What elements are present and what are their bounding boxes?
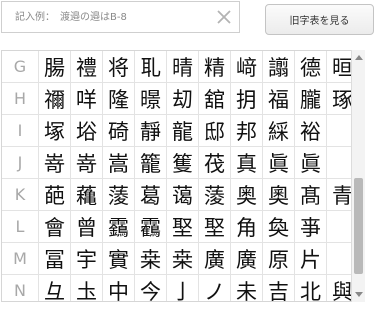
character-cell[interactable]: 北 bbox=[295, 275, 327, 301]
character-cell[interactable]: ノ bbox=[199, 275, 231, 301]
character-cell[interactable]: 實 bbox=[103, 243, 135, 274]
character-cell[interactable]: 﨏 bbox=[71, 115, 103, 146]
character-cell[interactable]: 未 bbox=[231, 275, 263, 301]
character-cell[interactable]: 蘒 bbox=[71, 179, 103, 210]
scroll-up-icon[interactable] bbox=[355, 55, 363, 60]
character-cell[interactable]: 蔆 bbox=[199, 179, 231, 210]
character-cell[interactable]: 晴 bbox=[167, 51, 199, 82]
character-cell[interactable]: 桒 bbox=[167, 243, 199, 274]
character-cell[interactable]: 禮 bbox=[71, 51, 103, 82]
grid-row: J嵜嵜嵩籠篗茷真眞眞 bbox=[2, 147, 364, 179]
character-cell[interactable]: 龍 bbox=[167, 115, 199, 146]
character-cell[interactable]: 綵 bbox=[263, 115, 295, 146]
grid-row: I塚﨏碕靜龍邸邦綵裕 bbox=[2, 115, 364, 147]
close-icon[interactable] bbox=[209, 2, 239, 32]
character-cell[interactable]: 會 bbox=[39, 211, 71, 242]
character-cell[interactable]: 德 bbox=[295, 51, 327, 82]
scrollbar-thumb[interactable] bbox=[354, 178, 363, 274]
search-box bbox=[1, 1, 240, 33]
character-cell[interactable]: 冨 bbox=[39, 243, 71, 274]
character-cell[interactable]: 角 bbox=[231, 211, 263, 242]
character-cell[interactable]: 暻 bbox=[135, 83, 167, 114]
character-cell[interactable]: 葛 bbox=[135, 179, 167, 210]
character-cell[interactable]: 圡 bbox=[71, 275, 103, 301]
old-characters-button[interactable]: 旧字表を見る bbox=[265, 4, 374, 35]
character-cell[interactable]: 碕 bbox=[103, 115, 135, 146]
character-cell[interactable]: 咩 bbox=[71, 83, 103, 114]
character-cell[interactable]: 埾 bbox=[199, 211, 231, 242]
character-cell[interactable]: 靎 bbox=[103, 211, 135, 242]
search-input[interactable] bbox=[2, 2, 209, 32]
character-cell[interactable]: 葩 bbox=[39, 179, 71, 210]
character-cell[interactable]: 廣 bbox=[199, 243, 231, 274]
row-letter: I bbox=[2, 115, 39, 146]
grid-row: G腸禮将耴晴精﨑譾德晅 bbox=[2, 51, 364, 83]
character-cell[interactable]: 桒 bbox=[135, 243, 167, 274]
character-cell[interactable]: 嵩 bbox=[103, 147, 135, 178]
character-cell[interactable]: 譾 bbox=[263, 51, 295, 82]
row-letter: M bbox=[2, 243, 39, 274]
character-cell[interactable]: 邸 bbox=[199, 115, 231, 146]
character-grid: G腸禮将耴晴精﨑譾德晅H禰咩隆暻刧舘抈福朧琢I塚﨏碕靜龍邸邦綵裕J嵜嵜嵩籠篗茷真… bbox=[1, 50, 365, 302]
character-cell[interactable]: 邦 bbox=[231, 115, 263, 146]
character-cell[interactable]: 眞 bbox=[263, 147, 295, 178]
character-cell[interactable]: 真 bbox=[231, 147, 263, 178]
character-cell[interactable]: 抈 bbox=[231, 83, 263, 114]
character-cell[interactable]: 嵜 bbox=[71, 147, 103, 178]
character-cell[interactable]: 原 bbox=[263, 243, 295, 274]
character-cell[interactable]: 靜 bbox=[135, 115, 167, 146]
character-cell[interactable]: 福 bbox=[263, 83, 295, 114]
character-cell[interactable]: 吉 bbox=[263, 275, 295, 301]
character-cell[interactable]: 篗 bbox=[167, 147, 199, 178]
character-cell[interactable]: 靏 bbox=[135, 211, 167, 242]
character-cell[interactable]: 朧 bbox=[295, 83, 327, 114]
scrollbar[interactable] bbox=[351, 50, 365, 302]
grid-row: H禰咩隆暻刧舘抈福朧琢 bbox=[2, 83, 364, 115]
character-cell[interactable]: 蔆 bbox=[103, 179, 135, 210]
character-cell[interactable]: 亊 bbox=[295, 211, 327, 242]
character-cell[interactable]: 埾 bbox=[167, 211, 199, 242]
character-cell[interactable]: 曾 bbox=[71, 211, 103, 242]
grid-row: K葩蘒蔆葛蔼蔆奥奧髙青 bbox=[2, 179, 364, 211]
character-cell[interactable]: 隆 bbox=[103, 83, 135, 114]
character-cell[interactable]: 精 bbox=[199, 51, 231, 82]
row-letter: G bbox=[2, 51, 39, 82]
grid-row: N彑圡中今亅ノ未吉北與 bbox=[2, 275, 364, 301]
character-cell[interactable]: 将 bbox=[103, 51, 135, 82]
character-cell[interactable]: 廣 bbox=[231, 243, 263, 274]
row-letter: N bbox=[2, 275, 39, 301]
row-letter: J bbox=[2, 147, 39, 178]
character-cell[interactable]: 髙 bbox=[295, 179, 327, 210]
character-cell[interactable]: 彑 bbox=[39, 275, 71, 301]
character-cell[interactable]: 塚 bbox=[39, 115, 71, 146]
character-cell[interactable]: 宇 bbox=[71, 243, 103, 274]
character-cell[interactable]: 茷 bbox=[199, 147, 231, 178]
character-cell[interactable]: 耴 bbox=[135, 51, 167, 82]
character-cell[interactable]: 舘 bbox=[199, 83, 231, 114]
character-cell[interactable]: 蔼 bbox=[167, 179, 199, 210]
character-cell[interactable]: 﨑 bbox=[231, 51, 263, 82]
character-cell[interactable]: 刧 bbox=[167, 83, 199, 114]
row-letter: K bbox=[2, 179, 39, 210]
row-letter: L bbox=[2, 211, 39, 242]
grid-row: M冨宇實桒桒廣廣原片 bbox=[2, 243, 364, 275]
character-cell[interactable]: 裕 bbox=[295, 115, 327, 146]
character-cell[interactable]: 禰 bbox=[39, 83, 71, 114]
character-cell[interactable]: 中 bbox=[103, 275, 135, 301]
character-cell[interactable]: 嵜 bbox=[39, 147, 71, 178]
scroll-down-icon[interactable] bbox=[355, 292, 363, 297]
character-cell[interactable]: 今 bbox=[135, 275, 167, 301]
row-letter: H bbox=[2, 83, 39, 114]
character-cell[interactable]: 籠 bbox=[135, 147, 167, 178]
grid-row: L會曾靎靏埾埾角奐亊 bbox=[2, 211, 364, 243]
character-cell[interactable]: 片 bbox=[295, 243, 327, 274]
character-cell[interactable]: 奥 bbox=[231, 179, 263, 210]
character-cell[interactable]: 腸 bbox=[39, 51, 71, 82]
character-cell[interactable]: 奐 bbox=[263, 211, 295, 242]
character-cell[interactable]: 亅 bbox=[167, 275, 199, 301]
character-cell[interactable]: 奧 bbox=[263, 179, 295, 210]
character-cell[interactable]: 眞 bbox=[295, 147, 327, 178]
